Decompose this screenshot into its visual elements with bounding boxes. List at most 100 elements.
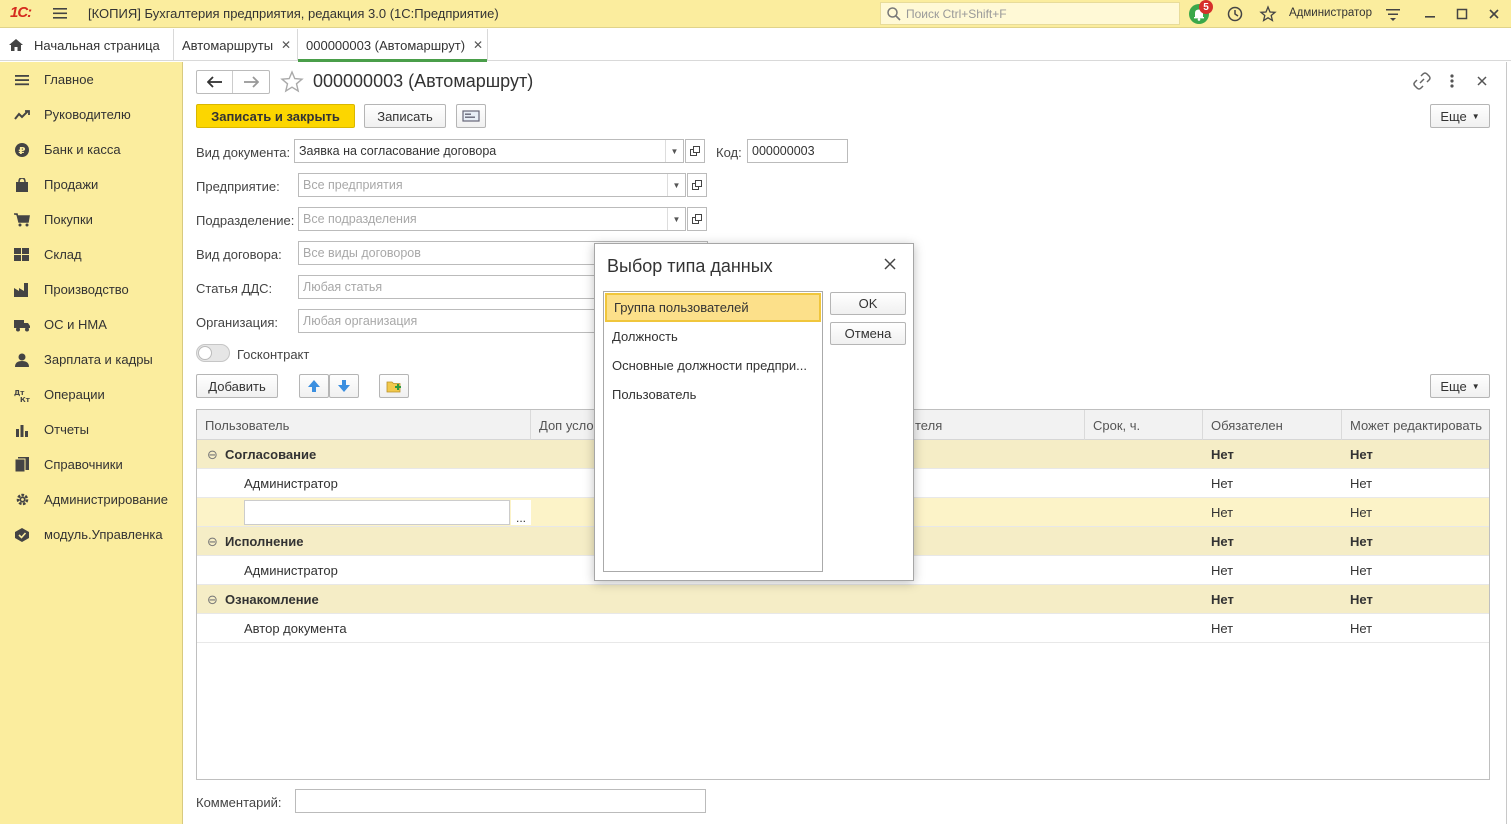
table-more-button[interactable]: Еще ▼ <box>1430 374 1490 398</box>
enterprise-field[interactable]: Все предприятия ▼ <box>298 173 686 197</box>
tab-close-icon[interactable]: ✕ <box>473 38 483 52</box>
main-menu-icon[interactable] <box>52 5 68 21</box>
sidebar-item-assets[interactable]: ОС и НМА <box>0 307 183 342</box>
sidebar-item-label: Производство <box>44 282 129 297</box>
can-edit-value: Нет <box>1350 505 1373 520</box>
nav-buttons <box>196 70 270 94</box>
more-actions-button[interactable]: Еще ▼ <box>1430 104 1490 128</box>
column-header-can-edit[interactable]: Может редактировать <box>1342 410 1489 440</box>
sidebar-item-purchases[interactable]: Покупки <box>0 202 183 237</box>
tab-autoroutes[interactable]: Автомаршруты ✕ <box>174 29 298 61</box>
move-down-button[interactable] <box>329 374 359 398</box>
list-item-user-group[interactable]: Группа пользователей <box>605 293 821 322</box>
current-user[interactable]: Администратор <box>1289 7 1372 19</box>
column-header-executor[interactable]: теля <box>907 410 1085 440</box>
close-form-icon[interactable] <box>1474 72 1490 93</box>
tab-home[interactable]: Начальная страница <box>0 29 174 61</box>
user-edit-input[interactable] <box>244 500 510 525</box>
column-header-user[interactable]: Пользователь <box>197 410 531 440</box>
cancel-button[interactable]: Отмена <box>830 322 906 345</box>
settings-menu-icon[interactable] <box>1383 4 1403 24</box>
link-icon[interactable] <box>1413 72 1431 93</box>
sidebar-item-warehouse[interactable]: Склад <box>0 237 183 272</box>
collapse-icon[interactable]: ⊖ <box>207 527 218 556</box>
collapse-icon[interactable]: ⊖ <box>207 585 218 614</box>
required-value: Нет <box>1211 621 1234 636</box>
column-header-required[interactable]: Обязателен <box>1203 410 1342 440</box>
dropdown-arrow-icon[interactable]: ▼ <box>667 174 685 196</box>
sidebar-item-catalogs[interactable]: Справочники <box>0 447 183 482</box>
table-row[interactable]: Автор документа Нет Нет <box>197 614 1489 643</box>
required-value: Нет <box>1211 447 1234 462</box>
sidebar-item-module[interactable]: модуль.Управленка <box>0 517 183 552</box>
favorite-star-icon[interactable] <box>280 70 304 97</box>
sidebar-item-operations[interactable]: Дт Кт Операции <box>0 377 183 412</box>
dropdown-arrow-icon[interactable]: ▼ <box>665 140 683 162</box>
add-group-button[interactable] <box>379 374 409 398</box>
card-view-button[interactable] <box>456 104 486 128</box>
forward-arrow-icon[interactable] <box>233 71 269 93</box>
comment-input[interactable] <box>295 789 706 813</box>
history-icon[interactable] <box>1225 4 1245 24</box>
column-header-term[interactable]: Срок, ч. <box>1085 410 1203 440</box>
tab-home-label: Начальная страница <box>34 37 160 53</box>
list-item-user[interactable]: Пользователь <box>605 380 821 409</box>
group-name: Согласование <box>225 447 317 462</box>
open-division-button[interactable] <box>687 207 707 231</box>
sidebar-item-manager[interactable]: Руководителю <box>0 97 183 132</box>
global-search-input[interactable]: Поиск Ctrl+Shift+F <box>880 2 1180 25</box>
required-value: Нет <box>1211 505 1234 520</box>
open-doc-type-button[interactable] <box>685 139 705 163</box>
more-vertical-icon[interactable] <box>1444 72 1460 93</box>
sidebar-item-reports[interactable]: Отчеты <box>0 412 183 447</box>
menu-icon <box>14 72 30 88</box>
list-item-main-positions[interactable]: Основные должности предпри... <box>605 351 821 380</box>
save-button[interactable]: Записать <box>364 104 446 128</box>
warehouse-icon <box>14 247 30 263</box>
division-placeholder: Все подразделения <box>303 212 417 226</box>
notifications-count-badge: 5 <box>1199 0 1213 14</box>
collapse-icon[interactable]: ⊖ <box>207 440 218 469</box>
tab-autoroutes-label: Автомаршруты <box>182 37 274 53</box>
dialog-close-icon[interactable] <box>882 256 898 275</box>
list-item-position[interactable]: Должность <box>605 322 821 351</box>
tab-close-icon[interactable]: ✕ <box>281 38 291 52</box>
data-type-list: Группа пользователей Должность Основные … <box>603 291 823 572</box>
favorites-star-icon[interactable] <box>1258 4 1278 24</box>
code-field[interactable]: 000000003 <box>747 139 848 163</box>
sidebar-item-admin[interactable]: Администрирование <box>0 482 183 517</box>
open-enterprise-button[interactable] <box>687 173 707 197</box>
sidebar-item-main[interactable]: Главное <box>0 62 183 97</box>
sidebar-item-sales[interactable]: Продажи <box>0 167 183 202</box>
can-edit-value: Нет <box>1350 534 1373 549</box>
sidebar-item-bank[interactable]: ₽ Банк и касса <box>0 132 183 167</box>
group-name: Ознакомление <box>225 592 319 607</box>
select-button[interactable]: ... <box>511 500 531 525</box>
move-up-button[interactable] <box>299 374 329 398</box>
add-button[interactable]: Добавить <box>196 374 278 398</box>
dropdown-arrow-icon[interactable]: ▼ <box>667 208 685 230</box>
sections-sidebar: Главное Руководителю ₽ Банк и касса Прод… <box>0 62 183 824</box>
table-row-group[interactable]: ⊖ Ознакомление Нет Нет <box>197 585 1489 614</box>
sidebar-item-salary[interactable]: Зарплата и кадры <box>0 342 183 377</box>
select-data-type-dialog: Выбор типа данных Группа пользователей Д… <box>594 243 914 581</box>
minimize-icon[interactable] <box>1420 4 1440 24</box>
ok-button[interactable]: OK <box>830 292 906 315</box>
form-scrollbar[interactable] <box>1506 62 1507 824</box>
card-icon <box>462 110 480 122</box>
division-field[interactable]: Все подразделения ▼ <box>298 207 686 231</box>
goscontract-toggle[interactable] <box>196 344 230 362</box>
sidebar-item-production[interactable]: Производство <box>0 272 183 307</box>
maximize-icon[interactable] <box>1452 4 1472 24</box>
column-header-conditions[interactable]: Доп усло <box>531 410 601 440</box>
app-logo[interactable]: 1С: <box>10 4 32 21</box>
required-value: Нет <box>1211 592 1234 607</box>
goscontract-label: Госконтракт <box>237 347 310 362</box>
window-close-icon[interactable] <box>1484 4 1504 24</box>
doc-type-value: Заявка на согласование договора <box>299 144 497 158</box>
form-title: 000000003 (Автомаршрут) <box>313 71 534 91</box>
doc-type-field[interactable]: Заявка на согласование договора ▼ <box>294 139 684 163</box>
save-and-close-button[interactable]: Записать и закрыть <box>196 104 355 128</box>
back-arrow-icon[interactable] <box>197 71 233 93</box>
tab-document[interactable]: 000000003 (Автомаршрут) ✕ <box>298 29 488 62</box>
